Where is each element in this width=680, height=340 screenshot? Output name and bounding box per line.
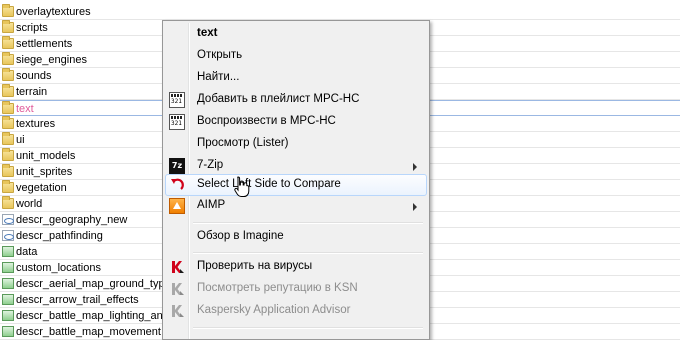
mpc-hc-icon bbox=[169, 92, 185, 108]
file-name: descr_geography_new bbox=[16, 214, 128, 226]
menu-item-scan-viruses[interactable]: Проверить на вирусы bbox=[165, 256, 427, 278]
file-name: unit_sprites bbox=[16, 166, 73, 178]
menu-separator bbox=[193, 252, 423, 254]
file-name: descr_battle_map_movement bbox=[16, 326, 161, 338]
file-name: vegetation bbox=[16, 182, 67, 194]
kaspersky-icon bbox=[169, 259, 185, 275]
file-name: unit_models bbox=[16, 150, 76, 162]
folder-icon bbox=[2, 148, 14, 161]
file-name: overlaytextures bbox=[16, 6, 91, 18]
document-icon bbox=[2, 310, 14, 321]
document-icon bbox=[2, 294, 14, 305]
menu-separator bbox=[193, 222, 423, 224]
menu-item-label: Проверить на вирусы bbox=[197, 260, 313, 272]
menu-item-select-left-compare[interactable]: Select Left Side to Compare bbox=[165, 174, 427, 196]
menu-item-view-in-imagine[interactable]: Обзор в Imagine bbox=[165, 226, 427, 248]
kaspersky-icon bbox=[169, 303, 185, 319]
folder-icon bbox=[2, 52, 14, 65]
list-item[interactable]: overlaytextures bbox=[0, 4, 680, 20]
file-name: descr_arrow_trail_effects bbox=[16, 294, 139, 306]
menu-item-kaspersky-advisor[interactable]: Kaspersky Application Advisor bbox=[165, 300, 427, 322]
menu-item-label: Обзор в Imagine bbox=[197, 230, 284, 242]
hand-pointer-cursor-icon bbox=[234, 176, 250, 198]
mpc-hc-icon bbox=[169, 114, 185, 130]
document-icon bbox=[2, 326, 14, 337]
file-name: data bbox=[16, 246, 38, 258]
folder-icon bbox=[2, 180, 14, 193]
menu-item-label: Открыть bbox=[197, 49, 243, 61]
menu-item-play-in-mpc[interactable]: Воспроизвести в MPC-HC bbox=[165, 111, 427, 133]
file-icon bbox=[2, 230, 14, 241]
menu-item-find[interactable]: Найти... bbox=[165, 67, 427, 89]
file-name: ui bbox=[16, 134, 25, 146]
document-icon bbox=[2, 278, 14, 289]
folder-icon bbox=[2, 164, 14, 177]
file-name: descr_aerial_map_ground_typ bbox=[16, 278, 165, 290]
file-name: descr_battle_map_lighting_and bbox=[16, 310, 169, 322]
file-name: terrain bbox=[16, 86, 48, 98]
menu-item-label: Select Left Side to Compare bbox=[197, 178, 341, 190]
folder-icon bbox=[2, 196, 14, 209]
file-name: world bbox=[16, 198, 43, 210]
menu-item-default-open[interactable]: text bbox=[165, 23, 427, 45]
file-name: settlements bbox=[16, 38, 73, 50]
folder-icon bbox=[2, 68, 14, 81]
kaspersky-icon bbox=[169, 281, 185, 297]
folder-icon bbox=[2, 20, 14, 33]
aimp-icon bbox=[169, 198, 185, 214]
document-icon bbox=[2, 246, 14, 257]
folder-icon bbox=[2, 116, 14, 129]
folder-icon bbox=[2, 132, 14, 145]
file-name: sounds bbox=[16, 70, 52, 82]
menu-item-ksn-reputation[interactable]: Посмотреть репутацию в KSN bbox=[165, 278, 427, 300]
menu-item-label: Воспроизвести в MPC-HC bbox=[197, 115, 336, 127]
menu-separator bbox=[193, 327, 423, 329]
file-name: textures bbox=[16, 118, 56, 130]
menu-item-label: Посмотреть репутацию в KSN bbox=[197, 282, 358, 294]
file-name: text bbox=[16, 103, 34, 115]
folder-icon bbox=[2, 101, 14, 114]
menu-item-label: 7-Zip bbox=[197, 159, 224, 171]
menu-item-add-to-playlist-mpc[interactable]: Добавить в плейлист MPC-HC bbox=[165, 89, 427, 111]
submenu-arrow-icon bbox=[413, 203, 417, 211]
compare-arrow-icon bbox=[169, 177, 185, 193]
context-menu: text Открыть Найти... Добавить в плейлис… bbox=[162, 20, 430, 340]
menu-item-label: AIMP bbox=[197, 199, 226, 211]
document-icon bbox=[2, 262, 14, 273]
file-name: descr_pathfinding bbox=[16, 230, 103, 242]
menu-item-open[interactable]: Открыть bbox=[165, 45, 427, 67]
file-name: scripts bbox=[16, 22, 48, 34]
file-name: custom_locations bbox=[16, 262, 101, 274]
menu-item-label: Найти... bbox=[197, 71, 240, 83]
menu-item-lister-view[interactable]: Просмотр (Lister) bbox=[165, 133, 427, 155]
menu-item-label: Kaspersky Application Advisor bbox=[197, 304, 351, 316]
file-icon bbox=[2, 214, 14, 225]
menu-item-aimp[interactable]: AIMP bbox=[165, 195, 427, 217]
7zip-icon: 7z bbox=[169, 158, 185, 174]
folder-icon bbox=[2, 84, 14, 97]
menu-item-label: text bbox=[197, 27, 218, 39]
file-name: siege_engines bbox=[16, 54, 87, 66]
folder-icon bbox=[2, 4, 14, 17]
folder-icon bbox=[2, 36, 14, 49]
submenu-arrow-icon bbox=[413, 163, 417, 171]
menu-item-label: Добавить в плейлист MPC-HC bbox=[197, 93, 360, 105]
menu-item-label: Просмотр (Lister) bbox=[197, 137, 289, 149]
